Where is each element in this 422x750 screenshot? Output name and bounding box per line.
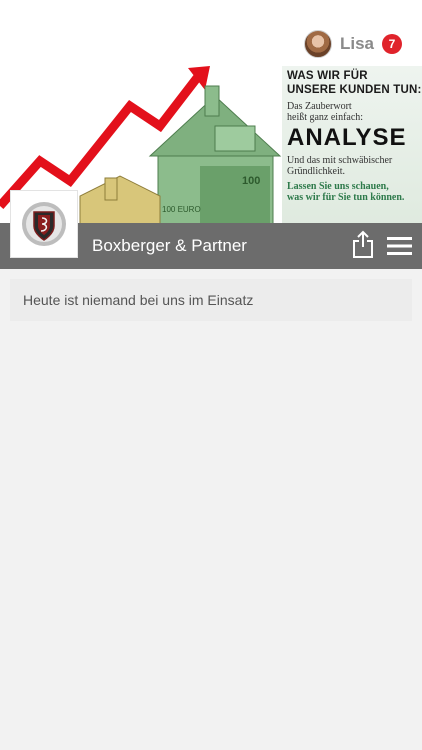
header-banner: 100 100 EURO WAS WIR FÜR UNSERE KUNDEN T… bbox=[0, 66, 422, 269]
ad-call-to-action: Lassen Sie uns schauen, was wir für Sie … bbox=[287, 181, 405, 203]
page-title: Boxberger & Partner bbox=[92, 236, 247, 255]
ad-text-secondary: Und das mit schwäbischer Gründlichkeit. bbox=[287, 155, 393, 177]
ad-heading: WAS WIR FÜR UNSERE KUNDEN TUN: bbox=[287, 70, 422, 96]
notification-badge[interactable]: 7 bbox=[382, 34, 402, 54]
top-bar: Lisa 7 bbox=[0, 0, 422, 67]
user-profile[interactable]: Lisa 7 bbox=[303, 30, 402, 58]
svg-text:100 EURO: 100 EURO bbox=[162, 205, 201, 214]
company-logo-icon bbox=[22, 202, 66, 246]
hamburger-menu-icon[interactable] bbox=[387, 235, 412, 257]
ad-keyword: ANALYSE bbox=[287, 124, 407, 151]
svg-text:100: 100 bbox=[242, 175, 260, 187]
share-icon[interactable] bbox=[352, 230, 374, 258]
ad-panel: WAS WIR FÜR UNSERE KUNDEN TUN: Das Zaube… bbox=[282, 66, 422, 226]
user-name[interactable]: Lisa bbox=[340, 34, 374, 54]
status-notice-text: Heute ist niemand bei uns im Einsatz bbox=[23, 292, 254, 308]
ad-text: Das Zauberwort heißt ganz einfach: bbox=[287, 101, 364, 123]
avatar[interactable] bbox=[303, 30, 332, 58]
status-notice: Heute ist niemand bei uns im Einsatz bbox=[10, 279, 412, 321]
company-logo bbox=[10, 190, 78, 258]
